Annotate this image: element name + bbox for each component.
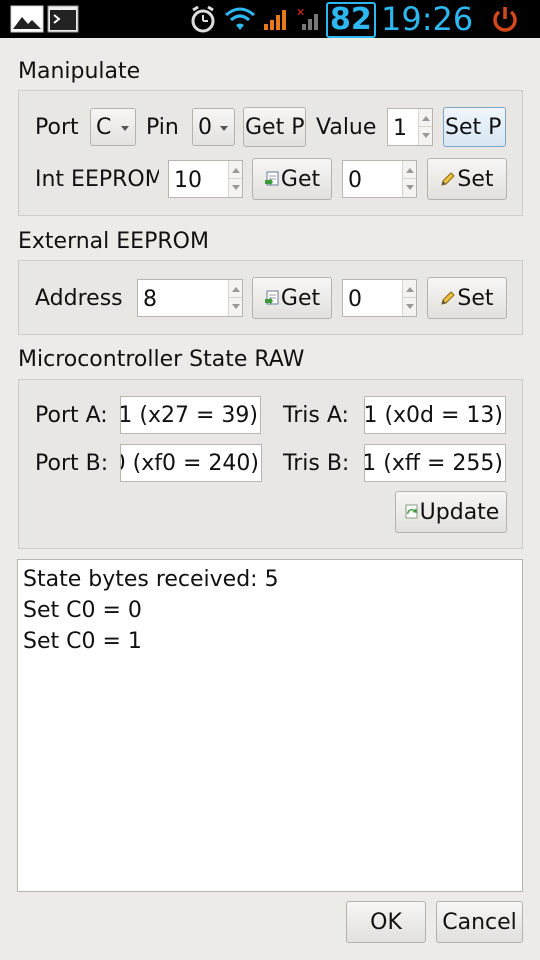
get-icon [264, 171, 279, 186]
stepper-up-icon[interactable] [402, 280, 416, 298]
tris-b-label: Tris B: [283, 451, 350, 476]
address-label: Address [35, 286, 123, 311]
log-output[interactable]: State bytes received: 5 Set C0 = 0 Set C… [17, 559, 523, 892]
log-line: Set C0 = 0 [23, 598, 142, 623]
pin-label: Pin [146, 115, 179, 140]
int-eeprom-data-stepper[interactable]: 0 [342, 160, 417, 198]
tris-b-value: 11111111 (xff = 255) [365, 451, 503, 476]
pin-select[interactable]: 0 [192, 108, 235, 146]
set-pin-button[interactable]: Set P [443, 107, 506, 147]
manipulate-group: Port C Pin 0 Get P Value 1 Set P Int EEP… [18, 90, 523, 216]
clock: 19:26 [381, 0, 474, 38]
wifi-icon [225, 7, 255, 30]
state-group: Port A: 00100111 (x27 = 39) Tris A: 0000… [18, 379, 523, 549]
int-eeprom-label: Int EEPROM [35, 167, 159, 192]
int-eeprom-get-button[interactable]: Get [252, 158, 332, 200]
battery-level: 82 [326, 2, 376, 38]
tris-a-field[interactable]: 00001101 (x0d = 13) [364, 396, 506, 434]
int-get-label: Get [280, 166, 321, 192]
tris-a-label: Tris A: [283, 403, 349, 428]
refresh-icon [405, 504, 418, 519]
port-label: Port [35, 115, 79, 140]
status-bar: ✕ 82 19:26 [0, 0, 540, 38]
update-button[interactable]: Update [395, 491, 507, 533]
ext-set-label: Set [457, 285, 494, 311]
port-b-label: Port B: [35, 451, 109, 476]
chevron-down-icon [220, 126, 228, 131]
stepper-down-icon[interactable] [228, 298, 242, 316]
external-eeprom-title: External EEPROM [18, 229, 209, 254]
port-a-field[interactable]: 00100111 (x27 = 39) [120, 396, 261, 434]
stepper-up-icon[interactable] [228, 280, 242, 298]
alarm-icon [191, 5, 215, 33]
pencil-icon [441, 291, 456, 305]
ext-get-button[interactable]: Get [252, 277, 332, 319]
svg-text:✕: ✕ [296, 6, 305, 19]
ext-data-value: 0 [348, 287, 362, 312]
get-pin-button[interactable]: Get P [243, 107, 306, 147]
terminal-icon [47, 5, 79, 33]
ext-address-stepper[interactable]: 8 [137, 279, 243, 317]
port-b-value: 11110000 (xf0 = 240) [121, 451, 259, 476]
int-eeprom-address-stepper[interactable]: 10 [168, 160, 243, 198]
pencil-icon [441, 172, 456, 186]
tris-b-field[interactable]: 11111111 (xff = 255) [364, 444, 506, 482]
ext-address-value: 8 [143, 287, 157, 312]
value-label: Value [316, 115, 377, 140]
log-line: Set C0 = 1 [23, 629, 142, 654]
chevron-down-icon [121, 126, 129, 131]
get-icon [264, 290, 279, 305]
stepper-down-icon[interactable] [418, 127, 432, 145]
pin-value: 0 [198, 115, 212, 140]
port-value: C [96, 115, 112, 140]
int-eeprom-set-button[interactable]: Set [427, 158, 507, 200]
state-title: Microcontroller State RAW [18, 347, 305, 372]
gallery-icon [10, 5, 44, 33]
stepper-up-icon[interactable] [228, 161, 242, 179]
ext-set-button[interactable]: Set [427, 277, 507, 319]
power-icon[interactable] [490, 4, 520, 34]
signal-icon [264, 10, 286, 30]
int-address-value: 10 [174, 168, 202, 193]
no-signal-icon: ✕ [296, 6, 318, 30]
cancel-button[interactable]: Cancel [436, 901, 523, 943]
ext-data-stepper[interactable]: 0 [342, 279, 417, 317]
manipulate-title: Manipulate [18, 59, 141, 84]
external-eeprom-group: Address 8 Get 0 Set [18, 260, 523, 335]
int-data-value: 0 [348, 168, 362, 193]
ext-get-label: Get [280, 285, 321, 311]
value-stepper[interactable]: 1 [387, 108, 433, 146]
stepper-down-icon[interactable] [228, 179, 242, 197]
stepper-up-icon[interactable] [418, 109, 432, 127]
log-line: State bytes received: 5 [23, 567, 279, 592]
value-value: 1 [393, 116, 407, 141]
int-set-label: Set [457, 166, 494, 192]
port-a-value: 00100111 (x27 = 39) [121, 403, 258, 428]
update-label: Update [419, 499, 500, 525]
stepper-down-icon[interactable] [402, 298, 416, 316]
port-select[interactable]: C [90, 108, 136, 146]
stepper-down-icon[interactable] [402, 179, 416, 197]
tris-a-value: 00001101 (x0d = 13) [364, 403, 503, 428]
stepper-up-icon[interactable] [402, 161, 416, 179]
port-b-field[interactable]: 11110000 (xf0 = 240) [120, 444, 262, 482]
ok-button[interactable]: OK [346, 901, 426, 943]
port-a-label: Port A: [35, 403, 108, 428]
